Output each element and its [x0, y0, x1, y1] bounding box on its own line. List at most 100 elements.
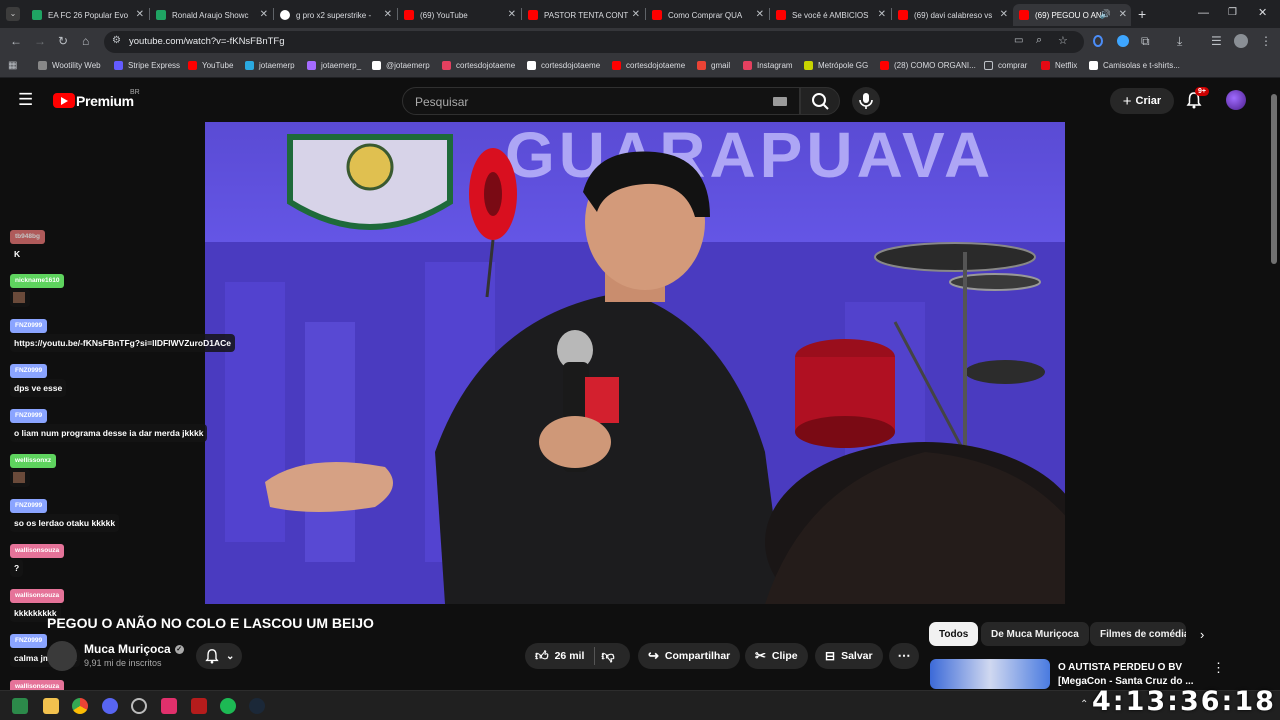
site-info-icon[interactable]: ⚙ — [112, 35, 121, 46]
bookmark-item[interactable]: gmail — [697, 61, 730, 70]
minimize-icon[interactable]: — — [1198, 7, 1209, 19]
bookmark-label: jotaemerp_ — [321, 61, 362, 70]
file-explorer-icon[interactable] — [43, 698, 59, 714]
menu-dots-icon[interactable]: ⋮ — [1260, 34, 1272, 48]
browser-tab-3[interactable]: g pro x2 superstrike - ✕ — [274, 4, 396, 26]
chip-from-channel[interactable]: De Muca Muriçoca — [981, 622, 1089, 646]
browser-tab-7[interactable]: Se você é AMBICIOS ✕ — [770, 4, 890, 26]
page-scrollbar[interactable] — [1270, 84, 1278, 690]
scrollbar-thumb[interactable] — [1271, 94, 1277, 264]
bookmark-item[interactable]: comprar — [984, 61, 1027, 70]
browser-tab-2[interactable]: Ronald Araujo Showc ✕ — [150, 4, 272, 26]
close-icon[interactable]: ✕ — [756, 9, 764, 20]
close-icon[interactable]: ✕ — [1000, 9, 1008, 20]
window-close-icon[interactable]: ✕ — [1258, 6, 1267, 19]
app-icon[interactable] — [131, 698, 147, 714]
bookmark-item[interactable]: cortesdojotaeme — [527, 61, 600, 70]
app-icon[interactable] — [161, 698, 177, 714]
bookmark-item[interactable]: Instagram — [743, 61, 793, 70]
dislike-button[interactable]: 👎︎ — [601, 648, 614, 664]
close-icon[interactable]: ✕ — [878, 9, 886, 20]
bookmark-item[interactable]: cortesdojotaeme — [612, 61, 685, 70]
chip-all[interactable]: Todos — [929, 622, 979, 646]
extensions-puzzle-icon[interactable]: ⧉ — [1141, 34, 1150, 49]
browser-tab-4[interactable]: (69) YouTube ✕ — [398, 4, 520, 26]
bookmark-star-icon[interactable]: ☆ — [1058, 34, 1068, 47]
keyboard-icon[interactable] — [773, 97, 787, 106]
tab-search-icon[interactable]: ⌄ — [6, 7, 20, 21]
home-icon[interactable]: ⌂ — [82, 34, 89, 48]
browser-tab-active[interactable]: (69) PEGOU O AN 🔊 ✕ — [1013, 4, 1131, 26]
account-avatar[interactable] — [1226, 90, 1246, 110]
extension-icon[interactable] — [1117, 35, 1129, 47]
chrome-icon[interactable] — [72, 698, 88, 714]
bookmark-item[interactable]: (28) COMO ORGANI... — [880, 61, 976, 70]
cast-icon[interactable]: ▭ — [1014, 35, 1023, 46]
save-button[interactable]: ⊟ Salvar — [815, 643, 883, 669]
share-button[interactable]: ↪ Compartilhar — [638, 643, 741, 669]
chevron-right-icon[interactable]: › — [1200, 627, 1204, 642]
back-icon[interactable]: ← — [10, 34, 22, 48]
browser-tab-8[interactable]: (69) davi calabreso vs ✕ — [892, 4, 1012, 26]
steam-icon[interactable] — [249, 698, 265, 714]
hamburger-menu-icon[interactable]: ☰ — [18, 90, 33, 110]
browser-tab-1[interactable]: EA FC 26 Popular Evo ✕ — [26, 4, 148, 26]
bookmark-item[interactable]: @jotaemerp — [372, 61, 430, 70]
search-input[interactable]: Pesquisar — [402, 87, 800, 115]
address-bar[interactable]: ⚙ youtube.com/watch?v=-fKNsFBnTFg ▭ ⌕ ☆ — [104, 31, 1084, 53]
close-icon[interactable]: ✕ — [384, 9, 392, 20]
more-vertical-icon[interactable]: ⋮ — [1212, 660, 1225, 676]
close-icon[interactable]: ✕ — [632, 9, 640, 20]
notifications-button[interactable]: 9+ — [1185, 87, 1209, 114]
chip-comedy-films[interactable]: Filmes de comédia — [1090, 622, 1186, 646]
bookmark-item[interactable]: Camisolas e t-shirts... — [1089, 61, 1180, 70]
bookmark-item[interactable]: Stripe Express — [114, 61, 180, 70]
search-button[interactable] — [800, 87, 840, 115]
forward-icon[interactable]: → — [34, 34, 46, 48]
speaker-icon[interactable]: 🔊 — [1100, 9, 1111, 20]
chat-username: FNZ0999 — [10, 499, 48, 513]
bookmark-item[interactable]: Wootility Web — [38, 61, 101, 70]
channel-avatar[interactable] — [47, 641, 77, 671]
bookmark-item[interactable]: jotaemerp — [245, 61, 295, 70]
youtube-logo-icon[interactable] — [53, 93, 75, 108]
premium-logo-text[interactable]: Premium — [76, 93, 134, 109]
browser-tab-5[interactable]: PASTOR TENTA CONT ✕ — [522, 4, 644, 26]
zoom-icon[interactable]: ⌕ — [1036, 34, 1042, 47]
url-text[interactable]: youtube.com/watch?v=-fKNsFBnTFg — [129, 36, 285, 47]
more-actions-button[interactable]: ⋯ — [889, 643, 919, 669]
bookmark-item[interactable]: cortesdojotaeme — [442, 61, 515, 70]
close-icon[interactable]: ✕ — [508, 9, 516, 20]
new-tab-icon[interactable]: + — [1138, 6, 1146, 22]
system-tray-chevron-icon[interactable]: ⌃ — [1080, 699, 1088, 710]
video-player[interactable]: GUARAPUAVA — [205, 122, 1065, 604]
create-button[interactable]: + Criar — [1110, 88, 1174, 114]
discord-icon[interactable] — [102, 698, 118, 714]
tab-groups-icon[interactable]: ☰ — [1211, 34, 1222, 48]
recommended-title[interactable]: O AUTISTA PERDEU O BV [MegaCon - Santa C… — [1058, 661, 1194, 689]
channel-name-link[interactable]: Muca Muriçoca ✓ — [84, 642, 184, 656]
reload-icon[interactable]: ↻ — [58, 34, 68, 48]
restore-icon[interactable]: ❐ — [1228, 7, 1237, 18]
voice-search-button[interactable] — [852, 87, 880, 115]
like-button[interactable]: 👍︎ 26 mil — [535, 648, 584, 664]
close-icon[interactable]: ✕ — [1119, 9, 1127, 20]
browser-tab-6[interactable]: Como Comprar QUA ✕ — [646, 4, 768, 26]
download-icon[interactable]: ⤓ — [1177, 34, 1182, 49]
bookmark-icon — [1089, 61, 1098, 70]
profile-avatar[interactable] — [1234, 34, 1248, 48]
spotify-icon[interactable] — [220, 698, 236, 714]
close-icon[interactable]: ✕ — [136, 9, 144, 20]
app-icon[interactable] — [191, 698, 207, 714]
app-icon[interactable] — [12, 698, 28, 714]
bookmark-item[interactable]: YouTube — [188, 61, 233, 70]
clip-button[interactable]: ✂ Clipe — [745, 643, 808, 669]
subscribed-bell-button[interactable]: ⌄ — [196, 643, 243, 669]
bookmark-item[interactable]: jotaemerp_ — [307, 61, 361, 70]
extension-icon[interactable] — [1093, 35, 1103, 47]
recommended-thumbnail[interactable] — [930, 659, 1050, 689]
bookmark-item[interactable]: Metrópole GG — [804, 61, 868, 70]
bookmark-item[interactable]: Netflix — [1041, 61, 1077, 70]
apps-grid-icon[interactable]: ▦ — [8, 60, 17, 71]
close-icon[interactable]: ✕ — [260, 9, 268, 20]
